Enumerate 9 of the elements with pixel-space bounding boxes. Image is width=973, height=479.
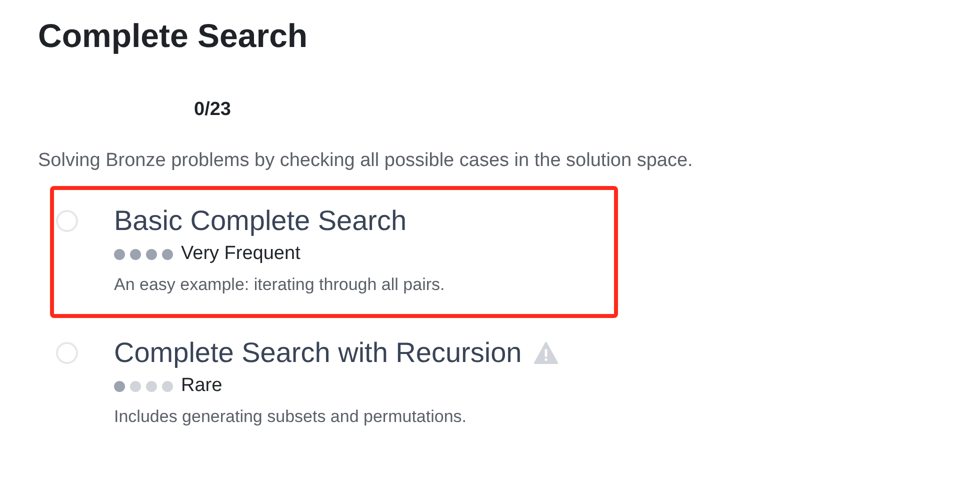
module-title[interactable]: Basic Complete Search: [114, 204, 407, 238]
progress-count: 0/23: [194, 98, 231, 122]
module-summary: An easy example: iterating through all pairs.: [114, 274, 445, 296]
module-summary: Includes generating subsets and permutations.: [114, 406, 468, 428]
section-title: Complete Search: [38, 16, 309, 56]
section-description: Solving Bronze problems by checking all possible cases in the solution space.: [38, 149, 694, 173]
frequency-label: Rare: [181, 374, 222, 398]
frequency-label: Very Frequent: [181, 242, 300, 266]
module-title[interactable]: Complete Search with Recursion: [114, 336, 522, 370]
